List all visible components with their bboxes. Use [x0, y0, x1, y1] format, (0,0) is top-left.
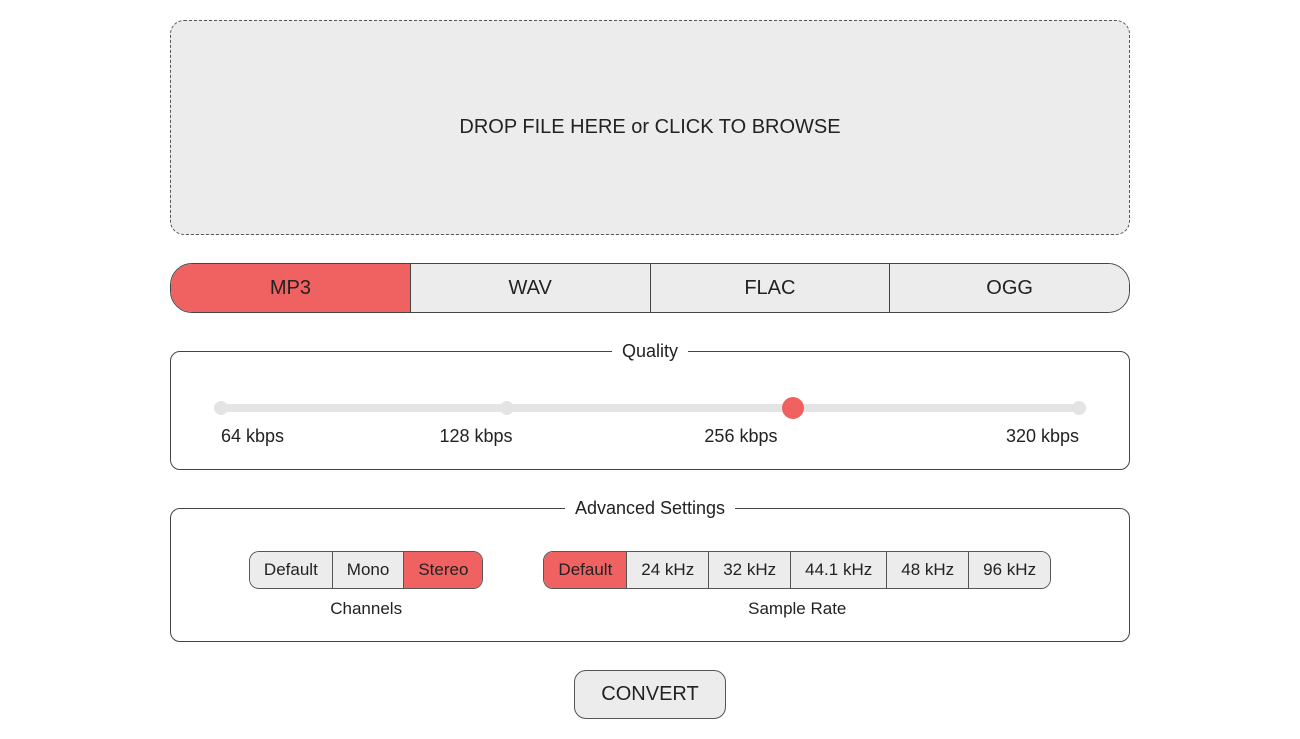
channels-group: Default Mono Stereo Channels — [249, 551, 484, 619]
seg-label: Stereo — [418, 560, 468, 580]
file-dropzone[interactable]: DROP FILE HERE or CLICK TO BROWSE — [170, 20, 1130, 235]
seg-label: Mono — [347, 560, 390, 580]
sample-rate-option-441[interactable]: 44.1 kHz — [791, 552, 887, 588]
seg-label: 24 kHz — [641, 560, 694, 580]
seg-label: Default — [264, 560, 318, 580]
slider-thumb[interactable] — [782, 397, 804, 419]
slider-label: 128 kbps — [439, 426, 512, 447]
slider-stop-0[interactable] — [214, 401, 228, 415]
advanced-legend: Advanced Settings — [565, 498, 735, 519]
channels-caption: Channels — [330, 599, 402, 619]
format-tab-label: MP3 — [270, 277, 311, 300]
sample-rate-option-48[interactable]: 48 kHz — [887, 552, 969, 588]
format-tabs: MP3 WAV FLAC OGG — [170, 263, 1130, 313]
convert-label: CONVERT — [601, 683, 698, 705]
advanced-panel: Advanced Settings Default Mono Stereo Ch… — [170, 498, 1130, 642]
slider-stop-3[interactable] — [1072, 401, 1086, 415]
convert-wrap: CONVERT — [170, 670, 1130, 719]
sample-rate-segmented: Default 24 kHz 32 kHz 44.1 kHz 48 kHz — [543, 551, 1051, 589]
dropzone-text: DROP FILE HERE or CLICK TO BROWSE — [459, 116, 840, 139]
sample-rate-option-24[interactable]: 24 kHz — [627, 552, 709, 588]
seg-label: 96 kHz — [983, 560, 1036, 580]
slider-labels: 64 kbps 128 kbps 256 kbps 320 kbps — [221, 426, 1079, 447]
channels-option-mono[interactable]: Mono — [333, 552, 405, 588]
quality-legend: Quality — [612, 341, 688, 362]
app-root: DROP FILE HERE or CLICK TO BROWSE MP3 WA… — [170, 20, 1130, 719]
format-tab-wav[interactable]: WAV — [411, 264, 651, 312]
format-tab-label: OGG — [986, 277, 1033, 300]
slider-label: 320 kbps — [1006, 426, 1079, 447]
convert-button[interactable]: CONVERT — [574, 670, 725, 719]
format-tab-label: WAV — [508, 277, 551, 300]
slider-track — [221, 404, 1079, 412]
seg-label: 48 kHz — [901, 560, 954, 580]
sample-rate-group: Default 24 kHz 32 kHz 44.1 kHz 48 kHz — [543, 551, 1051, 619]
slider-stop-1[interactable] — [500, 401, 514, 415]
sample-rate-option-32[interactable]: 32 kHz — [709, 552, 791, 588]
channels-option-default[interactable]: Default — [250, 552, 333, 588]
seg-label: 32 kHz — [723, 560, 776, 580]
quality-panel: Quality 64 kbps 128 kbps 256 kbps 320 kb… — [170, 341, 1130, 470]
seg-label: Default — [558, 560, 612, 580]
format-tab-mp3[interactable]: MP3 — [171, 264, 411, 312]
channels-option-stereo[interactable]: Stereo — [404, 552, 482, 588]
channels-segmented: Default Mono Stereo — [249, 551, 484, 589]
format-tab-flac[interactable]: FLAC — [651, 264, 891, 312]
slider-label: 64 kbps — [221, 426, 284, 447]
sample-rate-option-96[interactable]: 96 kHz — [969, 552, 1050, 588]
sample-rate-option-default[interactable]: Default — [544, 552, 627, 588]
format-tab-ogg[interactable]: OGG — [890, 264, 1129, 312]
quality-slider[interactable]: 64 kbps 128 kbps 256 kbps 320 kbps — [191, 380, 1109, 447]
advanced-row: Default Mono Stereo Channels Default — [191, 537, 1109, 619]
sample-rate-caption: Sample Rate — [748, 599, 846, 619]
seg-label: 44.1 kHz — [805, 560, 872, 580]
format-tab-label: FLAC — [744, 277, 795, 300]
slider-label: 256 kbps — [704, 426, 777, 447]
